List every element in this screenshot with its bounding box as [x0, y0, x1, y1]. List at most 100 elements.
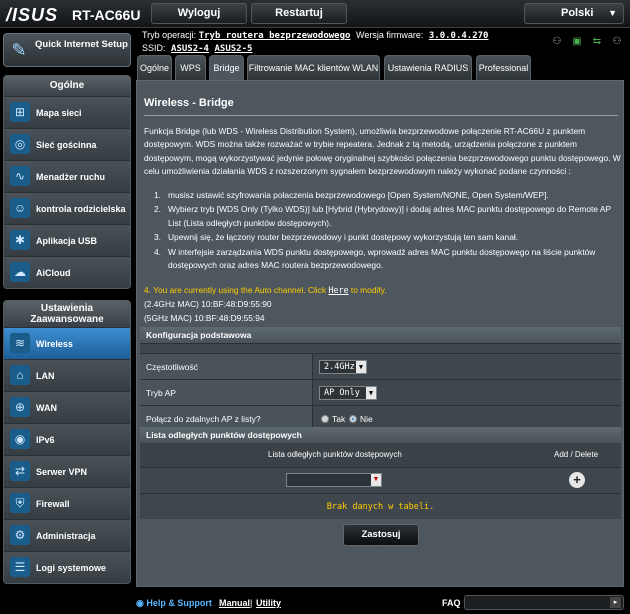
- sidebar-item-label: IPv6: [36, 434, 55, 445]
- help-support-link[interactable]: ◉ Help & Support: [136, 598, 212, 609]
- remote-ap-list-column: Lista odległych punktów dostępowych: [268, 450, 402, 459]
- frequency-label: Częstotliwość: [146, 362, 198, 372]
- general-header: Ogólne: [4, 76, 130, 96]
- step-text: Upewnij się, że łączony router bezprzewo…: [168, 232, 519, 243]
- language-value: Polski: [561, 7, 594, 19]
- step-text: Wybierz tryb [WDS Only (Tylko WDS)] lub …: [168, 204, 611, 228]
- logout-button[interactable]: Wyloguj: [151, 3, 247, 24]
- ssid-24-link[interactable]: ASUS2-4: [171, 44, 209, 54]
- connect-yes-radio[interactable]: Tak: [321, 414, 345, 424]
- frequency-select[interactable]: 2.4GHz ▼: [319, 360, 367, 374]
- chevron-down-icon: ▼: [356, 361, 366, 373]
- administration-icon: ⚙: [10, 525, 30, 545]
- frequency-value: 2.4GHz: [324, 362, 355, 372]
- remote-ap-table: Lista odległych punktów dostępowych List…: [140, 427, 621, 519]
- sidebar-item-vpn-server[interactable]: ⇄ Serwer VPN: [4, 455, 130, 487]
- sidebar-item-label: Firewall: [36, 498, 70, 509]
- sidebar-item-label: Administracja: [36, 530, 96, 541]
- sidebar-item-wan[interactable]: ⊕ WAN: [4, 391, 130, 423]
- sidebar-item-network-map[interactable]: ⊞ Mapa sieci: [4, 96, 130, 128]
- client-status-icon[interactable]: ⚇: [550, 36, 564, 48]
- modify-channel-link[interactable]: Here: [328, 285, 348, 295]
- network-status-icon[interactable]: ▣: [570, 36, 584, 48]
- page-title: Wireless - Bridge: [144, 97, 234, 109]
- sidebar-item-aicloud[interactable]: ☁ AiCloud: [4, 256, 130, 288]
- auto-note-text: 4. You are currently using the Auto chan…: [144, 285, 327, 295]
- ap-mode-select[interactable]: AP Only ▼: [319, 386, 377, 400]
- ap-mode-row: Tryb AP AP Only ▼: [140, 379, 621, 406]
- quick-internet-setup-label: Quick Internet Setup: [35, 39, 128, 50]
- wan-icon: ⊕: [10, 397, 30, 417]
- sidebar-item-label: Mapa sieci: [36, 107, 82, 118]
- sidebar-item-label: WAN: [36, 402, 57, 413]
- sidebar: ✎ Quick Internet Setup Ogólne ⊞ Mapa siec…: [0, 28, 134, 588]
- sidebar-item-label: LAN: [36, 370, 55, 381]
- model-name: RT-AC66U: [72, 7, 141, 23]
- sidebar-item-label: Menadżer ruchu: [36, 171, 106, 182]
- wireless-icon: ≋: [10, 333, 30, 353]
- quick-setup-icon: ✎: [11, 40, 27, 60]
- chevron-down-icon: ▼: [366, 387, 376, 399]
- tab-wps[interactable]: WPS: [175, 55, 206, 81]
- empty-table-message: Brak danych w tabeli.: [140, 493, 621, 519]
- connect-no-radio[interactable]: Nie: [349, 414, 373, 424]
- step-text: musisz ustawić szyfrowania połaczenia be…: [168, 190, 549, 200]
- sidebar-item-administration[interactable]: ⚙ Administracja: [4, 519, 130, 551]
- language-select[interactable]: Polski ▼: [524, 3, 624, 24]
- tab-mac-filter[interactable]: Filtrowanie MAC klientów WLAN: [247, 55, 380, 81]
- step-item: 1. musisz ustawić szyfrowania połaczenia …: [154, 190, 549, 200]
- sidebar-item-label: kontrola rodzicielska: [36, 203, 126, 214]
- usb-status-icon[interactable]: ⇆: [590, 36, 604, 48]
- tab-radius[interactable]: Ustawienia RADIUS: [384, 55, 472, 81]
- basic-config-header: Konfiguracja podstawowa: [140, 327, 621, 343]
- faq-search-input[interactable]: ▸: [464, 595, 624, 610]
- manual-link[interactable]: Manual: [219, 598, 250, 608]
- firmware-link[interactable]: 3.0.0.4.270: [429, 31, 489, 41]
- operation-mode-link[interactable]: Tryb routera bezprzewodowego: [199, 31, 351, 41]
- advanced-menu: Ustawienia Zaawansowane ≋ Wireless ⌂ LAN ⊕…: [3, 300, 131, 584]
- ap-mode-value: AP Only: [324, 388, 360, 398]
- footer: ◉ Help & Support Manual | Utility FAQ ▸: [0, 590, 630, 614]
- footer-separator: |: [250, 598, 253, 608]
- sidebar-item-guest-network[interactable]: ◎ Sieć gościnna: [4, 128, 130, 160]
- share-status-icon[interactable]: ⚇: [610, 36, 624, 48]
- mac-5ghz: (5GHz MAC) 10:BF:48:D9:55:94: [144, 313, 265, 323]
- ap-mode-label: Tryb AP: [146, 388, 176, 398]
- quick-internet-setup-button[interactable]: ✎ Quick Internet Setup: [3, 33, 131, 67]
- title-divider: [144, 115, 618, 116]
- connect-no-label: Nie: [360, 414, 373, 424]
- frequency-row: Częstotliwość 2.4GHz ▼: [140, 353, 621, 380]
- tab-bridge[interactable]: Bridge: [209, 55, 244, 81]
- tab-professional[interactable]: Professional: [476, 55, 531, 81]
- parental-control-icon: ☺: [10, 198, 30, 218]
- system-log-icon: ☰: [10, 557, 30, 577]
- step-item: 4. W interfejsie zarządzania WDS punktu d…: [154, 246, 596, 271]
- sidebar-item-usb-application[interactable]: ✱ Aplikacja USB: [4, 224, 130, 256]
- spacer-row: [140, 343, 621, 353]
- apply-button[interactable]: Zastosuj: [343, 524, 419, 546]
- ipv6-icon: ◉: [10, 429, 30, 449]
- sidebar-item-ipv6[interactable]: ◉ IPv6: [4, 423, 130, 455]
- sidebar-item-system-log[interactable]: ☰ Logi systemowe: [4, 551, 130, 583]
- sidebar-item-parental-control[interactable]: ☺ kontrola rodzicielska: [4, 192, 130, 224]
- utility-link[interactable]: Utility: [256, 598, 281, 608]
- sidebar-item-label: Aplikacja USB: [36, 235, 98, 246]
- main-panel: Wireless - Bridge Funkcja Bridge (lub WD…: [136, 80, 624, 587]
- sidebar-item-traffic-manager[interactable]: ∿ Menadżer ruchu: [4, 160, 130, 192]
- asus-logo: /ISUS: [6, 5, 59, 25]
- search-go-icon[interactable]: ▸: [610, 597, 621, 608]
- cloud-icon: ☁: [10, 262, 30, 282]
- remote-ap-column-header: Lista odległych punktów dostępowych Add …: [140, 443, 621, 467]
- restart-button[interactable]: Restartuj: [251, 3, 347, 24]
- ssid-label: SSID:: [142, 43, 166, 53]
- guest-network-icon: ◎: [10, 134, 30, 154]
- ssid-5-link[interactable]: ASUS2-5: [214, 44, 252, 54]
- tab-general[interactable]: Ogólne: [137, 55, 172, 81]
- vpn-icon: ⇄: [10, 461, 30, 481]
- sidebar-item-lan[interactable]: ⌂ LAN: [4, 359, 130, 391]
- sidebar-item-wireless[interactable]: ≋ Wireless: [4, 327, 130, 359]
- remote-ap-mac-input[interactable]: ▼: [286, 473, 382, 487]
- chevron-down-icon: ▼: [371, 474, 381, 486]
- add-icon[interactable]: +: [569, 472, 585, 488]
- sidebar-item-firewall[interactable]: ⛨ Firewall: [4, 487, 130, 519]
